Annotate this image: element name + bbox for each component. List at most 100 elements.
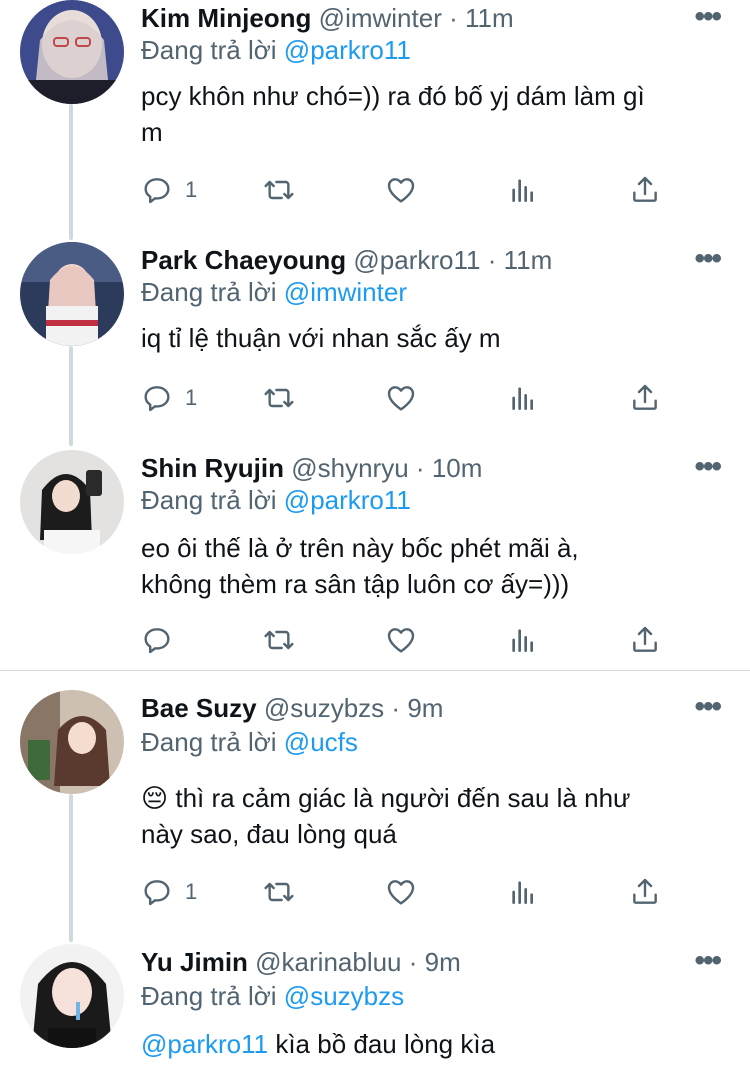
separator-dot: ·: [415, 453, 425, 483]
tweet-header: Kim Minjeong @imwinter · 11m: [141, 0, 514, 36]
timestamp[interactable]: 11m: [465, 3, 514, 33]
replying-to: Đang trả lời @parkro11: [141, 484, 411, 516]
tweet-text: iq tỉ lệ thuận với nhan sắc ấy m: [141, 320, 731, 356]
tweet[interactable]: Shin Ryujin @shynryu · 10m ••• Đang trả …: [0, 450, 750, 670]
timestamp[interactable]: 11m: [504, 245, 553, 275]
action-bar: [141, 620, 681, 660]
handle[interactable]: @suzybzs: [264, 693, 384, 723]
text-line-content: thì ra cảm giác là người đến sau là như: [175, 783, 631, 813]
like-button[interactable]: [385, 170, 417, 210]
tweet-text: 😔 thì ra cảm giác là người đến sau là nh…: [141, 780, 731, 852]
reply-count: 1: [185, 879, 198, 904]
analytics-button[interactable]: [507, 872, 539, 912]
separator-dot: ·: [391, 693, 401, 723]
text-line: iq tỉ lệ thuận với nhan sắc ấy m: [141, 323, 501, 353]
display-name[interactable]: Shin Ryujin: [141, 453, 284, 483]
reply-icon: [144, 386, 170, 412]
share-icon: [633, 878, 657, 904]
retweet-icon: [264, 882, 294, 902]
reply-button[interactable]: 1: [141, 170, 197, 210]
retweet-button[interactable]: [263, 170, 295, 210]
like-icon: [387, 178, 415, 203]
handle[interactable]: @parkro11: [353, 245, 480, 275]
display-name[interactable]: Park Chaeyoung: [141, 245, 346, 275]
like-icon: [387, 628, 415, 653]
reply-count: 1: [185, 385, 198, 410]
more-icon[interactable]: •••: [694, 452, 721, 482]
avatar[interactable]: [20, 450, 124, 554]
text-line: không thèm ra sân tập luôn cơ ấy=))): [141, 569, 570, 599]
more-icon[interactable]: •••: [694, 946, 721, 976]
share-button[interactable]: [629, 170, 661, 210]
like-button[interactable]: [385, 620, 417, 660]
handle[interactable]: @karinabluu: [255, 947, 401, 977]
tweet[interactable]: Yu Jimin @karinabluu · 9m ••• Đang trả l…: [0, 944, 750, 1066]
reply-mention-link[interactable]: @imwinter: [284, 277, 407, 307]
analytics-button[interactable]: [507, 170, 539, 210]
reply-mention-link[interactable]: @ucfs: [284, 727, 358, 757]
tweet-text: @parkro11 kìa bồ đau lòng kìa: [141, 1026, 731, 1062]
avatar[interactable]: [20, 690, 124, 794]
reply-button[interactable]: 1: [141, 872, 197, 912]
action-bar: 1: [141, 170, 681, 210]
display-name[interactable]: Bae Suzy: [141, 693, 257, 723]
replying-label: Đang trả lời: [141, 485, 277, 515]
retweet-button[interactable]: [263, 378, 295, 418]
reply-mention-link[interactable]: @parkro11: [284, 35, 411, 65]
display-name[interactable]: Kim Minjeong: [141, 3, 311, 33]
reply-mention-link[interactable]: @parkro11: [284, 485, 411, 515]
avatar[interactable]: [20, 242, 124, 346]
retweet-icon: [264, 630, 294, 650]
share-icon: [633, 626, 657, 652]
analytics-button[interactable]: [507, 620, 539, 660]
share-button[interactable]: [629, 620, 661, 660]
replying-label: Đang trả lời: [141, 35, 277, 65]
tweet[interactable]: Bae Suzy @suzybzs · 9m ••• Đang trả lời …: [0, 690, 750, 940]
more-icon[interactable]: •••: [694, 692, 721, 722]
text-line: @parkro11 kìa bồ đau lòng kìa: [141, 1026, 731, 1062]
share-button[interactable]: [629, 872, 661, 912]
analytics-icon: [512, 179, 533, 202]
reply-button[interactable]: 1: [141, 378, 197, 418]
like-button[interactable]: [385, 378, 417, 418]
share-button[interactable]: [629, 378, 661, 418]
replying-label: Đang trả lời: [141, 277, 277, 307]
tweet-header: Yu Jimin @karinabluu · 9m: [141, 944, 461, 980]
text-line: 😔 thì ra cảm giác là người đến sau là nh…: [141, 780, 731, 816]
handle[interactable]: @imwinter: [319, 3, 442, 33]
timestamp[interactable]: 9m: [407, 693, 443, 723]
more-icon[interactable]: •••: [694, 2, 721, 32]
reply-mention-link[interactable]: @suzybzs: [284, 981, 404, 1011]
text-line: eo ôi thế là ở trên này bốc phét mãi à,: [141, 533, 579, 563]
retweet-button[interactable]: [263, 620, 295, 660]
share-icon: [633, 384, 657, 410]
timestamp[interactable]: 10m: [432, 453, 483, 483]
handle[interactable]: @shynryu: [291, 453, 408, 483]
replying-label: Đang trả lời: [141, 981, 277, 1011]
share-icon: [633, 176, 657, 202]
like-button[interactable]: [385, 872, 417, 912]
timestamp[interactable]: 9m: [425, 947, 461, 977]
avatar[interactable]: [20, 944, 124, 1048]
retweet-button[interactable]: [263, 872, 295, 912]
more-icon[interactable]: •••: [694, 244, 721, 274]
text-line: m: [141, 117, 163, 147]
text-line: pcy khôn như chó=)) ra đó bố yj dám làm …: [141, 81, 645, 111]
replying-to: Đang trả lời @imwinter: [141, 276, 407, 308]
display-name[interactable]: Yu Jimin: [141, 947, 248, 977]
avatar[interactable]: [20, 0, 124, 104]
separator-dot: ·: [449, 3, 458, 33]
mention-link[interactable]: @parkro11: [141, 1029, 268, 1059]
separator-dot: ·: [408, 947, 418, 977]
tweet[interactable]: Kim Minjeong @imwinter · 11m ••• Đang tr…: [0, 0, 750, 240]
reply-icon: [144, 628, 170, 654]
analytics-icon: [512, 881, 533, 904]
reply-button[interactable]: [141, 620, 185, 660]
reply-icon: [144, 880, 170, 906]
tweet[interactable]: Park Chaeyoung @parkro11 · 11m ••• Đang …: [0, 242, 750, 448]
reply-icon: [144, 178, 170, 204]
analytics-button[interactable]: [507, 378, 539, 418]
action-bar: 1: [141, 378, 681, 418]
tweet-header: Bae Suzy @suzybzs · 9m: [141, 690, 443, 726]
replying-to: Đang trả lời @parkro11: [141, 34, 411, 66]
